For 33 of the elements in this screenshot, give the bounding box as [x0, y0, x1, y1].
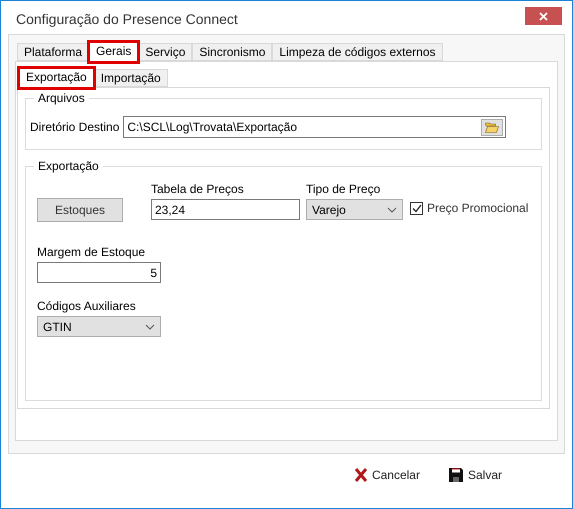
cross-icon	[354, 468, 368, 482]
tab[interactable]: Limpeza de códigos externos	[272, 43, 443, 61]
estoques-button[interactable]: Estoques	[37, 198, 123, 222]
tab[interactable]: Serviço	[138, 43, 192, 61]
tab[interactable]: Exportação	[19, 68, 94, 88]
window-title: Configuração do Presence Connect	[16, 10, 238, 29]
cancel-button[interactable]: Cancelar	[354, 466, 420, 484]
input-field[interactable]: 5	[37, 262, 161, 283]
field-label: Diretório Destino	[30, 119, 120, 136]
group-title: Arquivos	[34, 90, 89, 106]
tab[interactable]: Plataforma	[17, 43, 90, 61]
group-title: Exportação	[34, 158, 103, 174]
folder-icon	[485, 121, 500, 133]
field-label: Margem de Estoque	[37, 246, 146, 258]
input-field[interactable]: 23,24	[151, 199, 300, 220]
checkbox-label: Preço Promocional	[427, 200, 528, 217]
check-icon	[412, 204, 422, 212]
field-label: Tabela de Preços	[151, 183, 245, 195]
close-button[interactable]	[525, 7, 562, 25]
chevron-down-icon	[387, 206, 397, 212]
dropdown[interactable]: GTIN	[37, 316, 161, 337]
dropdown[interactable]: Varejo	[306, 199, 403, 220]
field-label: Tipo de Preço	[306, 183, 382, 195]
close-icon	[539, 12, 548, 20]
tab[interactable]: Importação	[94, 69, 168, 87]
directory-field[interactable]: C:\SCL\Log\Trovata\Exportação	[123, 116, 506, 138]
save-button[interactable]: Salvar	[448, 466, 502, 484]
chevron-down-icon	[145, 324, 155, 330]
checkbox[interactable]	[410, 202, 423, 214]
tab[interactable]: Gerais	[89, 42, 138, 62]
folder-button[interactable]	[481, 118, 504, 136]
field-label: Códigos Auxiliares	[37, 300, 137, 312]
tab[interactable]: Sincronismo	[192, 43, 272, 61]
